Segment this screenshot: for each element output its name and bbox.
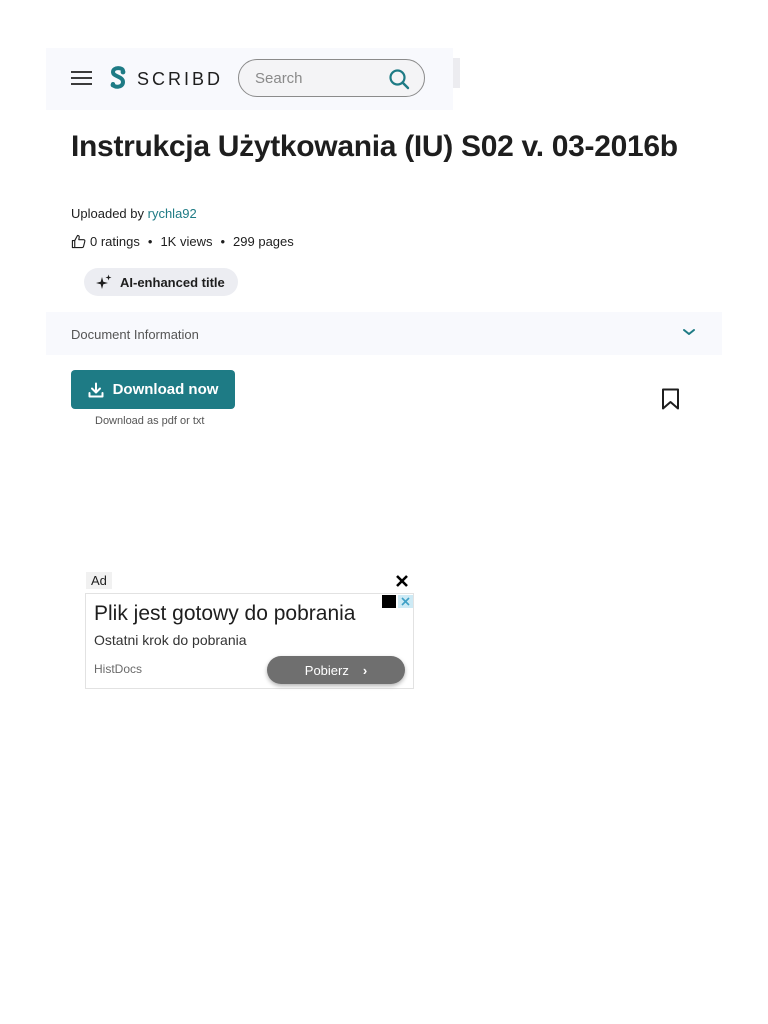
ad-headline: Plik jest gotowy do pobrania <box>94 602 356 625</box>
top-header: SCRIBD <box>46 48 453 110</box>
uploader-link[interactable]: rychla92 <box>148 206 197 221</box>
chevron-down-icon <box>683 329 695 335</box>
close-icon[interactable] <box>395 574 409 588</box>
views-count: 1K views <box>160 234 213 249</box>
bookmark-icon[interactable] <box>661 388 680 410</box>
download-now-label: Download now <box>112 381 219 398</box>
uploaded-by: Uploaded by rychla92 <box>71 206 197 221</box>
ad-brand: HistDocs <box>94 662 143 676</box>
download-icon <box>88 382 104 397</box>
document-information-label: Document Information <box>71 327 199 342</box>
search-icon[interactable] <box>388 68 410 90</box>
search-box[interactable] <box>238 59 425 97</box>
hamburger-icon[interactable] <box>71 71 92 87</box>
ad-subline: Ostatni krok do pobrania <box>94 632 247 648</box>
scribd-logo-icon <box>110 66 126 89</box>
separator-dot: • <box>220 234 226 249</box>
ad-cta-label: Pobierz <box>304 662 349 678</box>
header-edge-decoration <box>453 58 460 88</box>
scribd-logo[interactable]: SCRIBD <box>108 65 223 93</box>
ai-enhanced-badge: AI-enhanced title <box>84 268 238 296</box>
download-now-button[interactable]: Download now <box>71 370 235 409</box>
document-information-toggle[interactable]: Document Information <box>46 312 722 355</box>
download-format-note: Download as pdf or txt <box>95 415 205 427</box>
pages-count: 299 pages <box>233 234 294 249</box>
separator-dot: • <box>147 234 153 249</box>
logo-text: SCRIBD <box>137 68 224 89</box>
thumbs-up-icon <box>71 234 86 249</box>
ai-badge-label: AI-enhanced title <box>120 274 225 290</box>
sparkle-icon <box>96 274 112 289</box>
search-input[interactable] <box>255 68 375 88</box>
ad-label: Ad <box>86 572 112 589</box>
document-title: Instrukcja Użytkowania (IU) S02 v. 03-20… <box>71 130 678 163</box>
ad-choices-marker <box>382 595 396 608</box>
ratings-count: 0 ratings <box>90 234 140 249</box>
uploaded-by-prefix: Uploaded by <box>71 206 144 221</box>
chevron-right-icon: › <box>362 662 368 678</box>
ad-banner[interactable]: Plik jest gotowy do pobrania Ostatni kro… <box>85 593 414 689</box>
ad-download-button[interactable]: Pobierz › <box>267 656 405 684</box>
document-stats: 0 ratings • 1K views • 299 pages <box>71 234 294 249</box>
ad-dismiss-icon[interactable] <box>398 595 413 608</box>
